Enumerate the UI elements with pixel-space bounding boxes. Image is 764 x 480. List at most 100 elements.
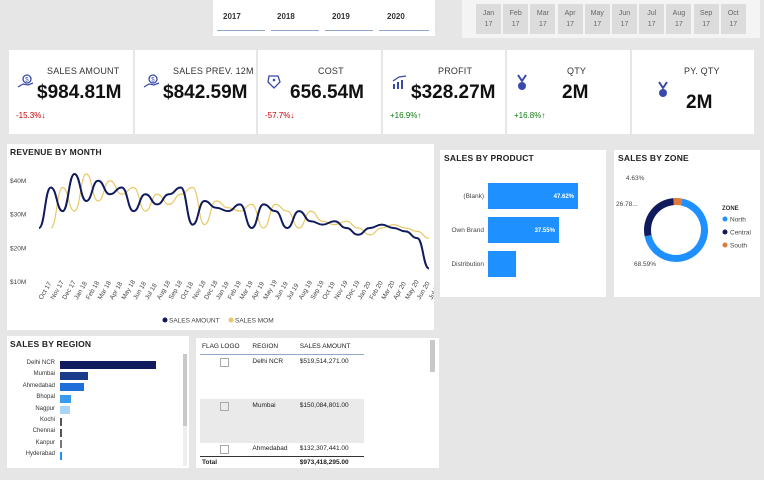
table-header-flag[interactable]: FLAG LOGO — [200, 341, 251, 355]
zone-data-label: 68.59% — [634, 261, 656, 268]
product-bar[interactable] — [488, 251, 517, 277]
month-label: Apr — [564, 10, 576, 17]
kpi-change: -57.7%↓ — [265, 111, 295, 120]
month-option[interactable]: Jan 17 — [476, 4, 501, 34]
money-hand-icon: $ — [143, 74, 161, 95]
month-year: 17 — [566, 21, 574, 28]
kpi-card: QTY 2M +16.8%↑ — [507, 50, 630, 134]
year-option-2020[interactable]: 2020 — [387, 12, 405, 21]
table-row[interactable]: Mumbai $150,084,801.00 — [200, 398, 364, 443]
month-option[interactable]: Oct 17 — [720, 4, 746, 34]
table-cell-region: Ahmedabad — [252, 444, 288, 452]
y-tick-label: $20M — [10, 245, 26, 252]
product-category-label: Distribution — [451, 261, 484, 268]
kpi-change: -15.3%↓ — [16, 111, 46, 120]
money-hand-icon: $ — [17, 74, 35, 95]
table-row[interactable]: Ahmedabad $132,307,441.00 — [200, 443, 364, 457]
month-year: 17 — [647, 21, 656, 28]
region-bar[interactable] — [60, 428, 62, 437]
table-total-label: Total — [202, 458, 218, 466]
revenue-by-month-card: REVENUE BY MONTH $40M $30M $20M $10M Oct 17 N… — [7, 144, 434, 330]
product-category-label: Own Brand — [451, 227, 484, 234]
month-option[interactable]: Mar 17 — [530, 4, 556, 34]
region-bar[interactable] — [60, 394, 72, 403]
region-scrollbar-thumb[interactable] — [183, 354, 187, 426]
series-line-sales-amount[interactable] — [38, 172, 430, 270]
region-scrollbar-track[interactable] — [183, 354, 187, 466]
year-option-2018[interactable]: 2018 — [277, 12, 295, 21]
zone-donut-chart: 4.63% 26.78... 68.59% ZONE North Central South — [616, 175, 752, 268]
region-bar[interactable] — [60, 383, 85, 392]
month-option[interactable]: Jun 17 — [612, 4, 637, 34]
region-bar[interactable] — [60, 360, 156, 369]
month-option[interactable]: Feb 17 — [503, 4, 529, 34]
month-label: Jan — [482, 10, 495, 17]
revenue-line-chart: $40M$30M$20M$10M Oct 17Nov 17Dec 17Jan 18… — [10, 172, 434, 325]
kpi-card: $ SALES PREV. 12M $842.59M — [135, 50, 256, 134]
zone-slice[interactable] — [673, 198, 683, 206]
table-cell-region: Delhi NCR — [252, 358, 284, 365]
legend-label[interactable]: SALES AMOUNT — [169, 318, 220, 325]
zone-slice[interactable] — [644, 198, 674, 237]
month-label: Jul — [647, 10, 657, 17]
zone-legend-marker — [722, 229, 728, 235]
year-option-2019[interactable]: 2019 — [332, 12, 350, 21]
sales-by-region-card: SALES BY REGION Delhi NCR Mumbai Ahmedabad… — [7, 336, 189, 468]
medal-icon — [656, 81, 670, 104]
legend-marker — [228, 317, 234, 323]
table-total-row: Total $973,418,295.00 — [200, 456, 364, 468]
month-label: Sep — [699, 10, 713, 17]
month-label: Oct — [727, 10, 739, 17]
kpi-card: COST 656.54M -57.7%↓ — [258, 50, 381, 134]
kpi-value: $328.27M — [411, 82, 496, 103]
month-year: 17 — [620, 21, 629, 28]
month-label: Jun — [618, 10, 631, 17]
region-bar[interactable] — [60, 440, 62, 449]
table-scrollbar-thumb[interactable] — [430, 340, 435, 372]
table-row[interactable]: Delhi NCR $519,514,271.00 — [200, 355, 364, 399]
zone-legend-label[interactable]: North — [730, 217, 746, 224]
month-year: 17 — [729, 21, 738, 28]
month-option[interactable]: Sep 17 — [693, 4, 719, 34]
region-bar[interactable] — [60, 371, 88, 380]
kpi-change: +16.8%↑ — [514, 111, 546, 120]
year-underline — [217, 30, 265, 31]
month-option[interactable]: Aug 17 — [666, 4, 692, 34]
zone-legend-label[interactable]: South — [730, 243, 747, 250]
growth-chart-icon — [391, 74, 409, 95]
zone-data-label: 26.78... — [616, 201, 638, 208]
zone-legend-label[interactable]: Central — [730, 230, 752, 237]
region-title: SALES BY REGION — [10, 339, 92, 349]
month-option[interactable]: Apr 17 — [557, 4, 583, 34]
product-bar-chart: (Blank) 47.62% Own Brand 37.55% Distribution — [451, 183, 578, 277]
kpi-card: $ SALES AMOUNT $984.81M -15.3%↓ — [9, 50, 133, 134]
month-label: May — [590, 10, 604, 17]
kpi-change: +16.9%↑ — [390, 111, 422, 120]
legend-label[interactable]: SALES MOM — [235, 318, 274, 325]
table-cell-amount: $519,514,271.00 — [299, 358, 349, 365]
region-bar[interactable] — [60, 406, 71, 415]
table-header-sales[interactable]: SALES AMOUNT — [297, 341, 364, 355]
region-category-label: Delhi NCR — [26, 360, 55, 366]
month-label: Mar — [536, 10, 549, 17]
region-category-label: Ahmedabad — [22, 382, 55, 389]
month-year: 17 — [674, 21, 683, 28]
table-header-region[interactable]: REGION — [250, 341, 298, 355]
table-cell-amount: $132,307,441.00 — [299, 444, 349, 452]
region-bar[interactable] — [60, 417, 63, 426]
region-category-label: Hyderabad — [25, 451, 55, 458]
zone-legend-marker — [722, 216, 728, 222]
kpi-value: 2M — [686, 92, 713, 113]
broken-image-icon — [220, 401, 229, 411]
kpi-label: COST — [318, 66, 344, 76]
legend-marker — [162, 317, 168, 323]
table-cell-region: Mumbai — [252, 401, 276, 409]
year-option-2017[interactable]: 2017 — [223, 12, 241, 21]
region-bar[interactable] — [60, 451, 62, 460]
region-category-label: Chennai — [32, 428, 55, 435]
month-option[interactable]: May 17 — [584, 4, 610, 34]
month-option[interactable]: Jul 17 — [639, 4, 665, 34]
year-slicer: 2017 2018 2019 2020 — [213, 0, 435, 36]
kpi-card: PROFIT $328.27M +16.9%↑ — [383, 50, 505, 134]
kpi-value: $842.59M — [163, 82, 248, 103]
